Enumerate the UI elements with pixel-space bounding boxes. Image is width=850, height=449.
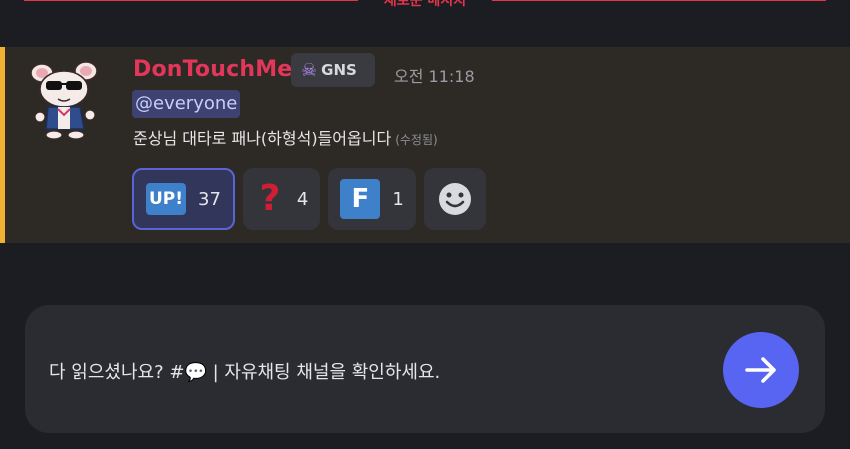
skull-icon: ☠	[301, 59, 318, 81]
reactions-row: UP! 37 ? 4 F 1	[132, 168, 486, 230]
author-name[interactable]: DonTouchMe	[133, 57, 292, 82]
speech-bubble-icon: 💬	[184, 362, 207, 383]
edited-label: (수정됨)	[395, 133, 438, 147]
divider-label: 새로운 메시지	[383, 0, 467, 9]
guild-tag[interactable]: ☠ GNS	[291, 53, 375, 87]
placeholder-text-end: | 자유채팅 채널을 확인하세요.	[206, 362, 441, 383]
arrow-right-icon	[745, 357, 776, 383]
new-messages-divider: 새로운 메시지	[0, 0, 850, 14]
send-button[interactable]	[723, 332, 799, 408]
chat-screen: 새로운 메시지 DonTouchMe ☠ GNS 오전 11:18 @every…	[0, 0, 850, 449]
mention-highlight-bar	[0, 47, 5, 243]
guild-tag-text: GNS	[321, 61, 357, 79]
reaction-count: 1	[392, 188, 404, 210]
message-text: 준상님 대타로 패나(하형석)들어옵니다	[133, 129, 392, 148]
message-timestamp: 오전 11:18	[394, 67, 475, 86]
divider-line-left	[24, 0, 358, 1]
message-content: 준상님 대타로 패나(하형석)들어옵니다 (수정됨)	[133, 125, 438, 149]
everyone-mention[interactable]: @everyone	[132, 90, 241, 118]
reaction-f[interactable]: F 1	[328, 168, 416, 230]
composer-placeholder[interactable]: 다 읽으셨나요? #💬 | 자유채팅 채널을 확인하세요.	[49, 358, 440, 384]
divider-line-right	[492, 0, 826, 1]
placeholder-text-start: 다 읽으셨나요? #	[49, 362, 185, 383]
reaction-question[interactable]: ? 4	[242, 168, 321, 230]
smiley-icon	[438, 183, 471, 215]
reaction-count: 4	[296, 188, 309, 210]
reaction-count: 37	[198, 188, 221, 210]
message-item[interactable]: DonTouchMe ☠ GNS 오전 11:18 @everyone 준상님 …	[0, 47, 850, 243]
message-composer[interactable]: 다 읽으셨나요? #💬 | 자유채팅 채널을 확인하세요.	[25, 305, 825, 433]
avatar[interactable]	[24, 59, 106, 141]
add-reaction-button[interactable]	[423, 168, 486, 230]
f-emoji-icon: F	[340, 179, 381, 219]
reaction-up[interactable]: UP! 37	[132, 168, 235, 230]
up-emoji-icon: UP!	[146, 183, 186, 215]
question-emoji-icon: ?	[259, 178, 281, 219]
